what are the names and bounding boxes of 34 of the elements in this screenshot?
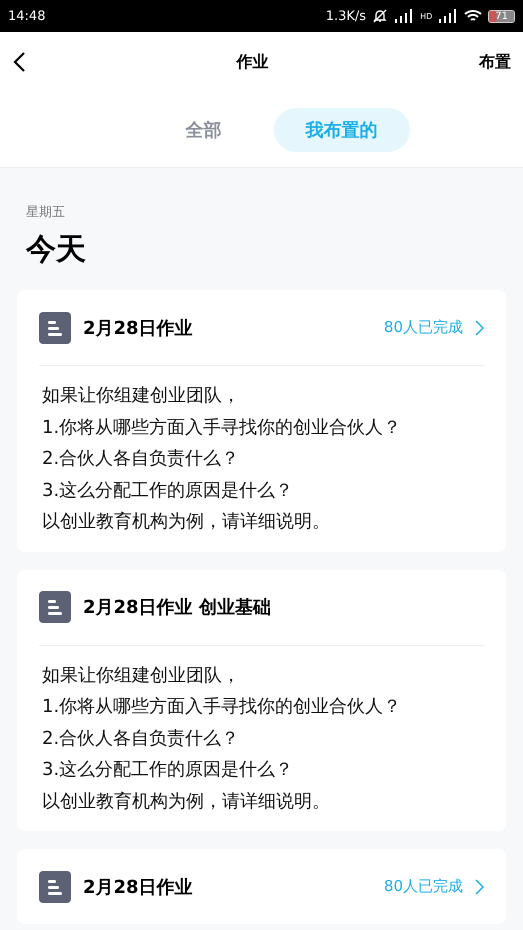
homework-text: 如果让你组建创业团队，: [42, 664, 241, 688]
homework-text: 1.你将从哪些方面入手寻找你的创业合伙人？: [42, 416, 402, 440]
network-type: HD: [420, 12, 432, 20]
homework-text: 3.这么分配工作的原因是什么？: [42, 758, 294, 782]
bell-muted-icon: [372, 8, 388, 24]
completed-link[interactable]: 80人已完成: [384, 318, 484, 337]
homework-title: 2月28日作业: [83, 316, 194, 340]
chevron-right-icon: [475, 320, 484, 336]
weekday-label: 星期五: [26, 204, 66, 221]
homework-text: 1.你将从哪些方面入手寻找你的创业合伙人？: [42, 695, 402, 719]
network-speed: 1.3K/s: [326, 8, 366, 24]
signal-icon: [394, 9, 414, 23]
document-icon: [39, 312, 71, 344]
assign-button[interactable]: 布置: [479, 52, 511, 72]
document-icon: [39, 591, 71, 623]
tab[interactable]: 我布置的: [274, 108, 410, 152]
chevron-right-icon: [475, 878, 484, 894]
homework-text: 以创业教育机构为例，请详细说明。: [42, 790, 331, 814]
homework-text: 以创业教育机构为例，请详细说明。: [42, 510, 331, 534]
homework-title: 2月28日作业 创业基础: [83, 596, 272, 619]
homework-text: 2.合伙人各自负责什么？: [42, 447, 240, 471]
back-button[interactable]: [12, 51, 26, 73]
completed-link[interactable]: 80人已完成: [384, 877, 484, 896]
wifi-icon: [464, 9, 482, 23]
homework-text: 2.合伙人各自负责什么？: [42, 726, 240, 750]
signal-icon: [438, 9, 458, 23]
day-heading: 今天: [26, 231, 87, 269]
homework-text: 如果让你组建创业团队，: [42, 384, 241, 408]
homework-text: 3.这么分配工作的原因是什么？: [42, 478, 294, 502]
homework-title: 2月28日作业: [83, 876, 194, 898]
tab[interactable]: 全部: [154, 108, 254, 152]
status-time: 14:48: [8, 8, 46, 24]
page-title: 作业: [236, 52, 268, 72]
document-icon: [39, 870, 71, 902]
